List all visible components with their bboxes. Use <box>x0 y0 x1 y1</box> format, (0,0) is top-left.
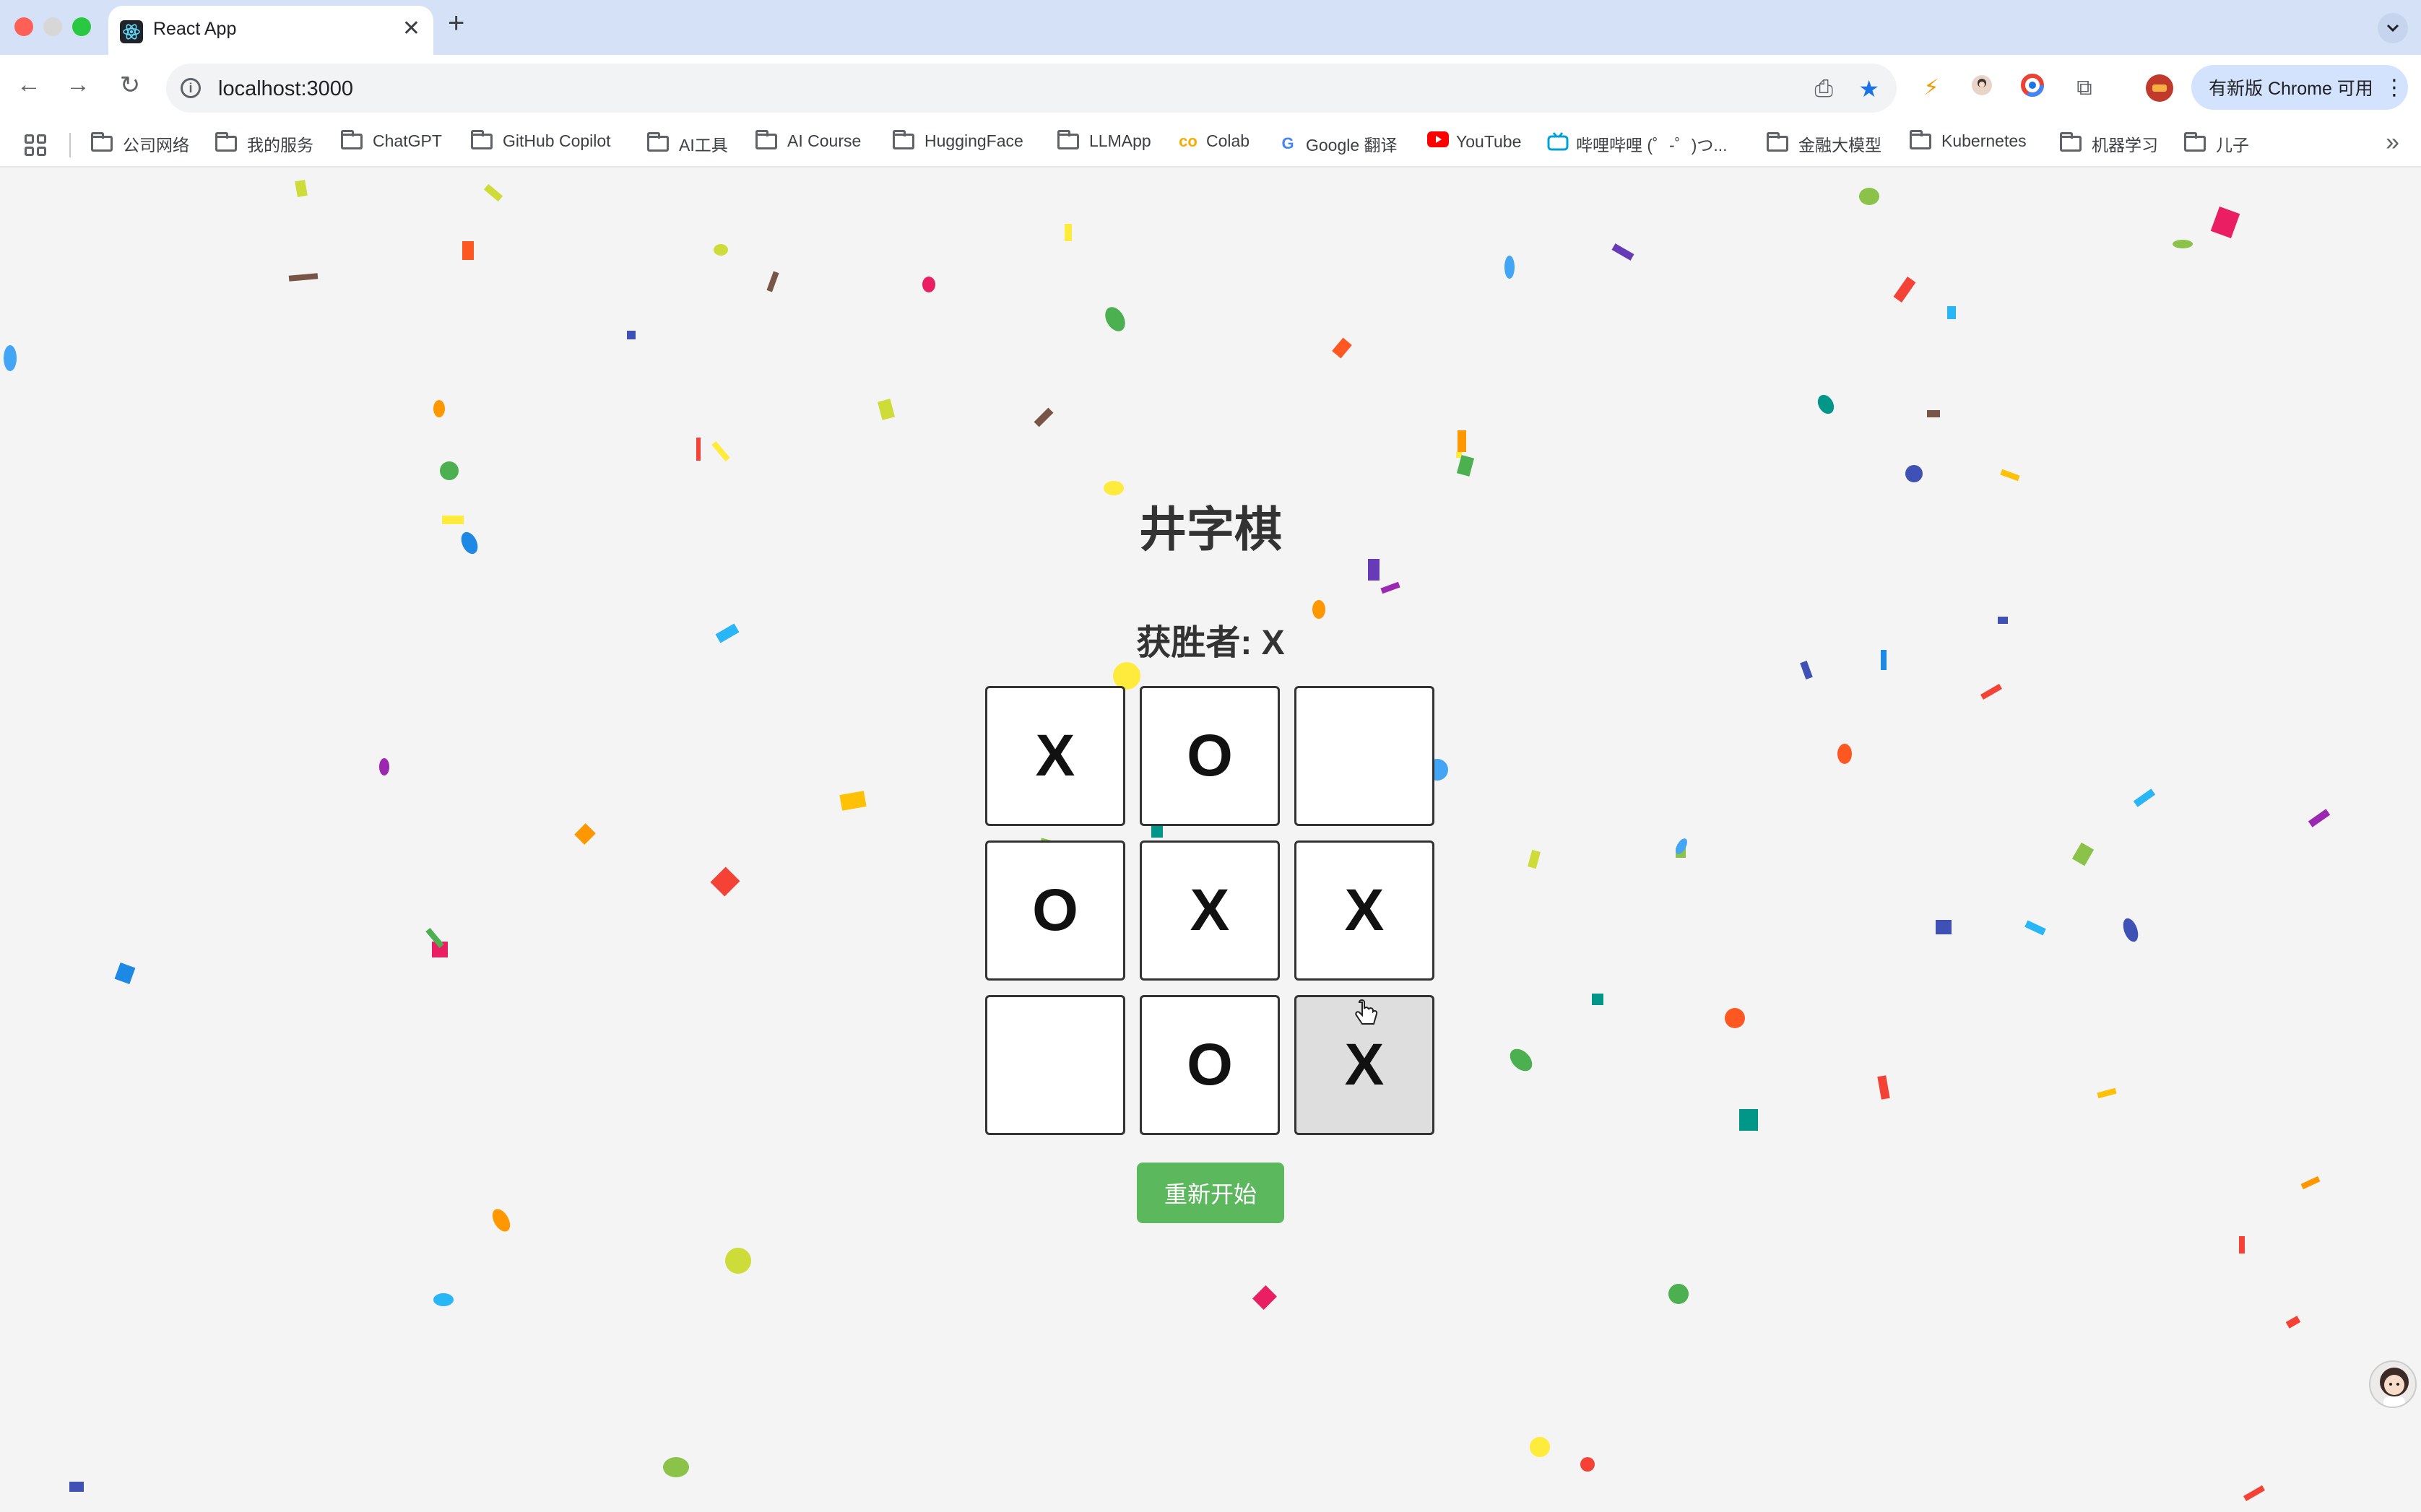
chrome-update-button[interactable]: 有新版 Chrome 可用 ⋮ <box>2191 65 2408 110</box>
folder-icon <box>215 132 237 152</box>
folder-icon <box>755 129 777 149</box>
bookmark-label: 金融大模型 <box>1798 136 1881 155</box>
folder-icon <box>647 132 669 152</box>
menu-dots-icon: ⋮ <box>2383 75 2405 100</box>
bookmark-folder[interactable]: 我的服务 <box>215 131 313 156</box>
folder-icon <box>91 132 113 152</box>
app-page: 井字棋 获胜者: X X O O X X O X 重新开始 <box>0 169 2421 1512</box>
folder-icon <box>893 129 914 149</box>
back-button[interactable]: ← <box>13 71 45 99</box>
bookmark-label: 儿子 <box>2216 136 2249 155</box>
maximize-window-button[interactable] <box>72 17 91 36</box>
bookmark-label: 我的服务 <box>247 136 313 155</box>
bookmark-label: Kubernetes <box>1941 131 2027 150</box>
tab-strip: React App ✕ + <box>0 0 2421 56</box>
close-window-button[interactable] <box>14 17 33 36</box>
profile-avatar[interactable] <box>2145 74 2174 103</box>
bilibili-icon <box>1547 132 1569 155</box>
more-bookmarks-icon[interactable]: » <box>2386 129 2399 157</box>
bookmark-folder[interactable]: 机器学习 <box>2060 131 2158 156</box>
apps-grid-icon[interactable] <box>25 134 46 156</box>
board-cell[interactable] <box>1294 686 1434 826</box>
colab-icon: co <box>1179 131 1197 150</box>
bookmark-colab[interactable]: co Colab <box>1177 131 1250 151</box>
extension-avatar-icon[interactable] <box>1967 74 1996 103</box>
reload-button[interactable]: ↻ <box>114 71 146 100</box>
bookmark-label: 哔哩哔哩 (゜-゜)つ... <box>1576 136 1728 155</box>
react-icon <box>120 20 143 43</box>
extension-color-icon[interactable] <box>2018 74 2047 103</box>
bookmark-label: YouTube <box>1456 131 1522 151</box>
bookmark-label: ChatGPT <box>373 131 442 150</box>
bookmark-folder[interactable]: Kubernetes <box>1910 129 2027 151</box>
board-cell[interactable]: O <box>1140 995 1280 1135</box>
tab-search-button[interactable] <box>2378 13 2408 43</box>
bookmark-label: Colab <box>1206 131 1250 150</box>
forward-button[interactable]: → <box>62 71 94 99</box>
bookmark-label: AI Course <box>787 131 862 150</box>
board-cell[interactable]: X <box>985 686 1125 826</box>
board-cell[interactable]: O <box>1140 686 1280 826</box>
google-translate-icon: G <box>1281 134 1294 152</box>
game-title: 井字棋 <box>1139 503 1282 556</box>
update-label: 有新版 Chrome 可用 <box>2209 79 2373 99</box>
chevron-down-icon <box>2386 24 2399 32</box>
bookmark-folder[interactable]: HuggingFace <box>893 129 1023 151</box>
board-cell[interactable]: X <box>1294 840 1434 981</box>
bookmark-youtube[interactable]: YouTube <box>1427 131 1521 152</box>
hand-cursor-icon <box>1355 999 1378 1025</box>
board-cell[interactable]: X <box>1140 840 1280 981</box>
bookmark-folder[interactable]: AI Course <box>755 129 862 151</box>
bookmark-google-translate[interactable]: G Google 翻译 <box>1277 131 1398 156</box>
bookmark-folder[interactable]: 公司网络 <box>91 131 189 156</box>
bookmark-folder[interactable]: ChatGPT <box>341 129 442 151</box>
game-board: X O O X X O X <box>985 686 1436 1137</box>
bookmark-bilibili[interactable]: 哔哩哔哩 (゜-゜)つ... <box>1547 131 1728 156</box>
address-bar[interactable]: i localhost:3000 ⎙ ★ <box>166 64 1897 113</box>
close-tab-icon[interactable]: ✕ <box>402 16 420 41</box>
extensions-puzzle-icon[interactable]: ⧉ <box>2070 74 2099 103</box>
assistant-avatar[interactable] <box>2369 1360 2417 1408</box>
tab-react-app[interactable]: React App ✕ <box>108 6 433 56</box>
folder-icon <box>341 129 363 149</box>
bookmark-label: 公司网络 <box>123 136 189 155</box>
bookmark-label: AI工具 <box>679 136 728 155</box>
bookmark-folder[interactable]: 金融大模型 <box>1767 131 1881 156</box>
extension-bolt-icon[interactable]: ⚡ <box>1917 74 1946 103</box>
folder-icon <box>2060 132 2082 152</box>
folder-icon <box>1910 129 1931 149</box>
bookmark-folder[interactable]: GitHub Copilot <box>471 129 611 151</box>
youtube-icon <box>1427 131 1449 152</box>
install-app-icon[interactable]: ⎙ <box>1814 75 1833 103</box>
folder-icon <box>471 129 493 149</box>
browser-toolbar: ← → ↻ i localhost:3000 ⎙ ★ ⚡ ⧉ 有新版 Chrom… <box>0 55 2421 121</box>
bookmarks-divider <box>69 133 71 157</box>
board-cell[interactable] <box>985 995 1125 1135</box>
bookmark-label: HuggingFace <box>924 131 1023 150</box>
url-text: localhost:3000 <box>218 77 354 100</box>
tab-title: React App <box>153 19 237 39</box>
bookmark-folder[interactable]: 儿子 <box>2184 131 2249 156</box>
bookmark-star-icon[interactable]: ★ <box>1858 75 1879 103</box>
site-info-icon[interactable]: i <box>181 78 201 98</box>
folder-icon <box>1767 132 1788 152</box>
bookmark-label: Google 翻译 <box>1306 136 1398 155</box>
bookmark-label: GitHub Copilot <box>503 131 611 150</box>
bookmark-label: 机器学习 <box>2092 136 2158 155</box>
board-cell[interactable]: O <box>985 840 1125 981</box>
minimize-window-button[interactable] <box>43 17 62 36</box>
bookmark-folder[interactable]: AI工具 <box>647 131 728 156</box>
folder-icon <box>1057 129 1079 149</box>
bookmark-folder[interactable]: LLMApp <box>1057 129 1151 151</box>
bookmarks-bar: 公司网络 我的服务 ChatGPT GitHub Copilot AI工具 AI… <box>0 121 2421 168</box>
new-tab-button[interactable]: + <box>448 7 464 40</box>
winner-status: 获胜者: X <box>1136 624 1285 662</box>
bookmark-label: LLMApp <box>1089 131 1151 150</box>
restart-button[interactable]: 重新开始 <box>1137 1163 1284 1223</box>
folder-icon <box>2184 132 2206 152</box>
